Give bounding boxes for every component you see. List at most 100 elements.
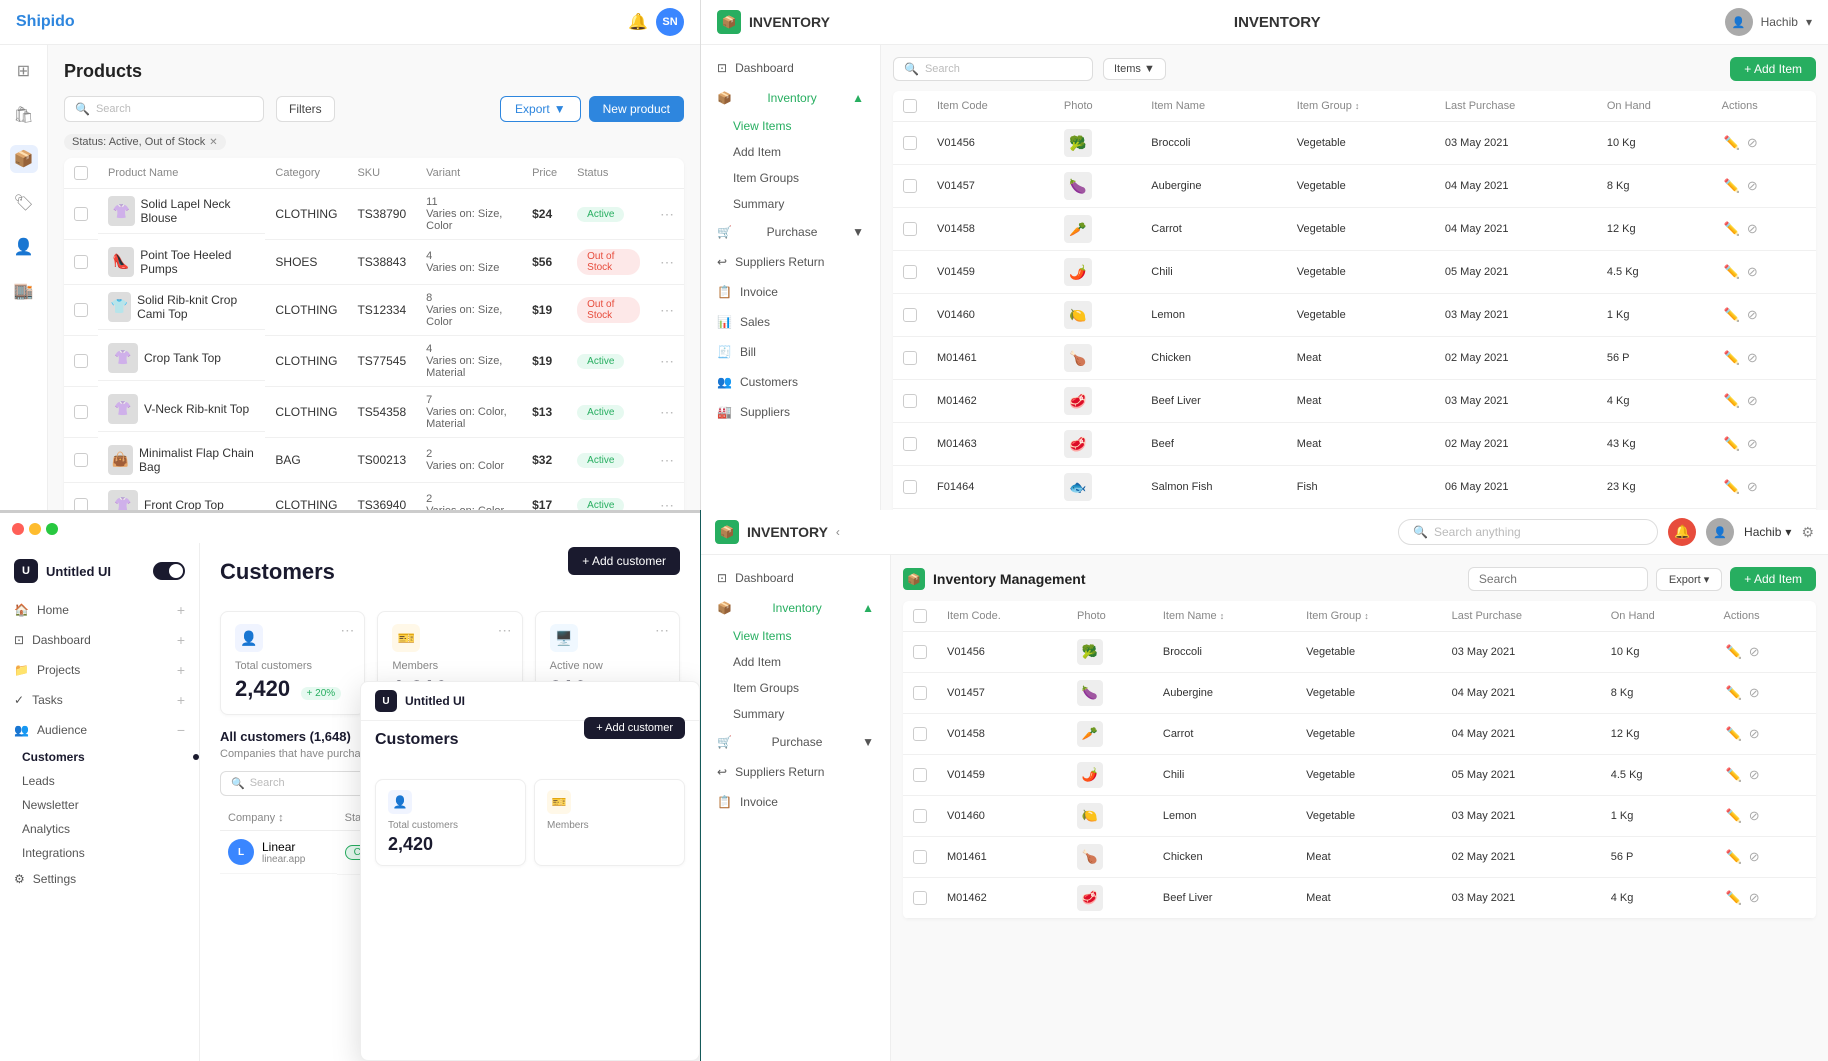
- edit-icon[interactable]: ✏️: [1724, 436, 1740, 451]
- card-menu-icon[interactable]: ⋯: [340, 622, 354, 639]
- delete-icon[interactable]: ⊘: [1749, 890, 1760, 905]
- edit-icon[interactable]: ✏️: [1724, 307, 1740, 322]
- sidebar2-subitem-view-items[interactable]: View Items: [701, 623, 890, 649]
- export-button[interactable]: Export ▼: [500, 96, 581, 122]
- product-actions[interactable]: ⋯: [650, 240, 684, 285]
- delete-icon[interactable]: ⊘: [1749, 726, 1760, 741]
- sidebar-tag-icon[interactable]: 🏷: [10, 189, 38, 217]
- add-icon[interactable]: +: [177, 692, 185, 708]
- sidebar-user-icon[interactable]: 👤: [10, 233, 38, 261]
- edit-icon[interactable]: ✏️: [1726, 849, 1742, 864]
- sidebar-item-sales[interactable]: 📊 Sales: [701, 307, 880, 337]
- subnav-analytics[interactable]: Analytics: [14, 817, 199, 841]
- product-actions[interactable]: ⋯: [650, 438, 684, 483]
- add-icon[interactable]: +: [177, 632, 185, 648]
- edit-icon[interactable]: ✏️: [1724, 135, 1740, 150]
- sidebar2-item-purchase[interactable]: 🛒 Purchase ▼: [701, 727, 890, 757]
- sidebar-item-bill[interactable]: 🧾 Bill: [701, 337, 880, 367]
- product-actions[interactable]: ⋯: [650, 336, 684, 387]
- sidebar-subitem-summary[interactable]: Summary: [701, 191, 880, 217]
- minimize-window-button[interactable]: [29, 523, 41, 535]
- items-filter-button[interactable]: Items ▼: [1103, 58, 1166, 80]
- sidebar-grid-icon[interactable]: ⊞: [10, 57, 38, 85]
- delete-icon[interactable]: ⊘: [1749, 849, 1760, 864]
- user-avatar[interactable]: SN: [656, 8, 684, 36]
- edit-icon[interactable]: ✏️: [1726, 890, 1742, 905]
- sidebar-store-icon[interactable]: 🏬: [10, 277, 38, 305]
- delete-icon[interactable]: ⊘: [1747, 178, 1758, 193]
- delete-icon[interactable]: ⊘: [1749, 644, 1760, 659]
- card-menu-icon[interactable]: ⋯: [655, 622, 669, 639]
- delete-icon[interactable]: ⊘: [1747, 307, 1758, 322]
- overlay-add-customer-button[interactable]: + Add customer: [584, 717, 685, 739]
- nav-item-dashboard[interactable]: ⊡ Dashboard +: [0, 625, 199, 655]
- nav-item-audience[interactable]: 👥 Audience −: [0, 715, 199, 745]
- sidebar-item-dashboard[interactable]: ⊡ Dashboard: [701, 53, 880, 83]
- edit-icon[interactable]: ✏️: [1724, 264, 1740, 279]
- edit-icon[interactable]: ✏️: [1726, 726, 1742, 741]
- delete-icon[interactable]: ⊘: [1747, 393, 1758, 408]
- product-actions[interactable]: ⋯: [650, 483, 684, 511]
- edit-icon[interactable]: ✏️: [1726, 644, 1742, 659]
- dark-mode-toggle[interactable]: [153, 562, 185, 580]
- sidebar-item-suppliers[interactable]: 🏭 Suppliers: [701, 397, 880, 427]
- sidebar-subitem-add-item[interactable]: Add Item: [701, 139, 880, 165]
- edit-icon[interactable]: ✏️: [1724, 393, 1740, 408]
- sidebar2-item-invoice[interactable]: 📋 Invoice: [701, 787, 890, 817]
- edit-icon[interactable]: ✏️: [1724, 479, 1740, 494]
- collapse-icon[interactable]: −: [177, 722, 185, 738]
- inv2-table-search[interactable]: [1468, 567, 1648, 591]
- delete-icon[interactable]: ⊘: [1747, 479, 1758, 494]
- delete-icon[interactable]: ⊘: [1747, 264, 1758, 279]
- add-icon[interactable]: +: [177, 662, 185, 678]
- maximize-window-button[interactable]: [46, 523, 58, 535]
- close-window-button[interactable]: [12, 523, 24, 535]
- sidebar2-subitem-item-groups[interactable]: Item Groups: [701, 675, 890, 701]
- delete-icon[interactable]: ⊘: [1747, 436, 1758, 451]
- settings-icon[interactable]: ⚙: [1801, 524, 1814, 541]
- delete-icon[interactable]: ⊘: [1747, 350, 1758, 365]
- sidebar2-subitem-add-item[interactable]: Add Item: [701, 649, 890, 675]
- nav-item-settings[interactable]: ⚙ Settings: [0, 865, 199, 893]
- sidebar2-item-inventory[interactable]: 📦 Inventory ▲: [701, 593, 890, 623]
- product-actions[interactable]: ⋯: [650, 189, 684, 240]
- subnav-leads[interactable]: Leads: [14, 769, 199, 793]
- sidebar-subitem-view-items[interactable]: View Items: [701, 113, 880, 139]
- inv2-collapse-icon[interactable]: ‹: [836, 525, 840, 539]
- subnav-customers[interactable]: Customers: [14, 745, 199, 769]
- sidebar-item-invoice[interactable]: 📋 Invoice: [701, 277, 880, 307]
- delete-icon[interactable]: ⊘: [1747, 221, 1758, 236]
- inv2-add-item-button[interactable]: + Add Item: [1730, 567, 1816, 591]
- bell-icon[interactable]: 🔔: [628, 12, 648, 32]
- edit-icon[interactable]: ✏️: [1724, 350, 1740, 365]
- add-item-button[interactable]: + Add Item: [1730, 57, 1816, 81]
- inv2-bell-icon[interactable]: 🔔: [1668, 518, 1696, 546]
- nav-item-projects[interactable]: 📁 Projects +: [0, 655, 199, 685]
- customer-search-input[interactable]: 🔍 Search: [220, 771, 380, 796]
- add-icon[interactable]: +: [177, 602, 185, 618]
- sidebar-subitem-item-groups[interactable]: Item Groups: [701, 165, 880, 191]
- sidebar-products-icon[interactable]: 📦: [10, 145, 38, 173]
- nav-item-home[interactable]: 🏠 Home +: [0, 595, 199, 625]
- inv-search-input[interactable]: 🔍 Search: [893, 57, 1093, 81]
- card-menu-icon[interactable]: ⋯: [498, 622, 512, 639]
- subnav-integrations[interactable]: Integrations: [14, 841, 199, 865]
- edit-icon[interactable]: ✏️: [1726, 808, 1742, 823]
- search-box[interactable]: 🔍 Search: [64, 96, 264, 122]
- sidebar2-item-suppliers-return[interactable]: ↩ Suppliers Return: [701, 757, 890, 787]
- inv2-search-main[interactable]: 🔍 Search anything: [1398, 519, 1658, 545]
- sidebar-item-customers[interactable]: 👥 Customers: [701, 367, 880, 397]
- edit-icon[interactable]: ✏️: [1726, 767, 1742, 782]
- delete-icon[interactable]: ⊘: [1749, 685, 1760, 700]
- product-actions[interactable]: ⋯: [650, 387, 684, 438]
- edit-icon[interactable]: ✏️: [1726, 685, 1742, 700]
- new-product-button[interactable]: New product: [589, 96, 684, 122]
- sidebar-item-purchase[interactable]: 🛒 Purchase ▼: [701, 217, 880, 247]
- sidebar-item-suppliers-return[interactable]: ↩ Suppliers Return: [701, 247, 880, 277]
- sidebar2-item-dashboard[interactable]: ⊡ Dashboard: [701, 563, 890, 593]
- edit-icon[interactable]: ✏️: [1724, 178, 1740, 193]
- filter-button[interactable]: Filters: [276, 96, 335, 122]
- sidebar-item-inventory[interactable]: 📦 Inventory ▲: [701, 83, 880, 113]
- delete-icon[interactable]: ⊘: [1749, 808, 1760, 823]
- sidebar2-subitem-summary[interactable]: Summary: [701, 701, 890, 727]
